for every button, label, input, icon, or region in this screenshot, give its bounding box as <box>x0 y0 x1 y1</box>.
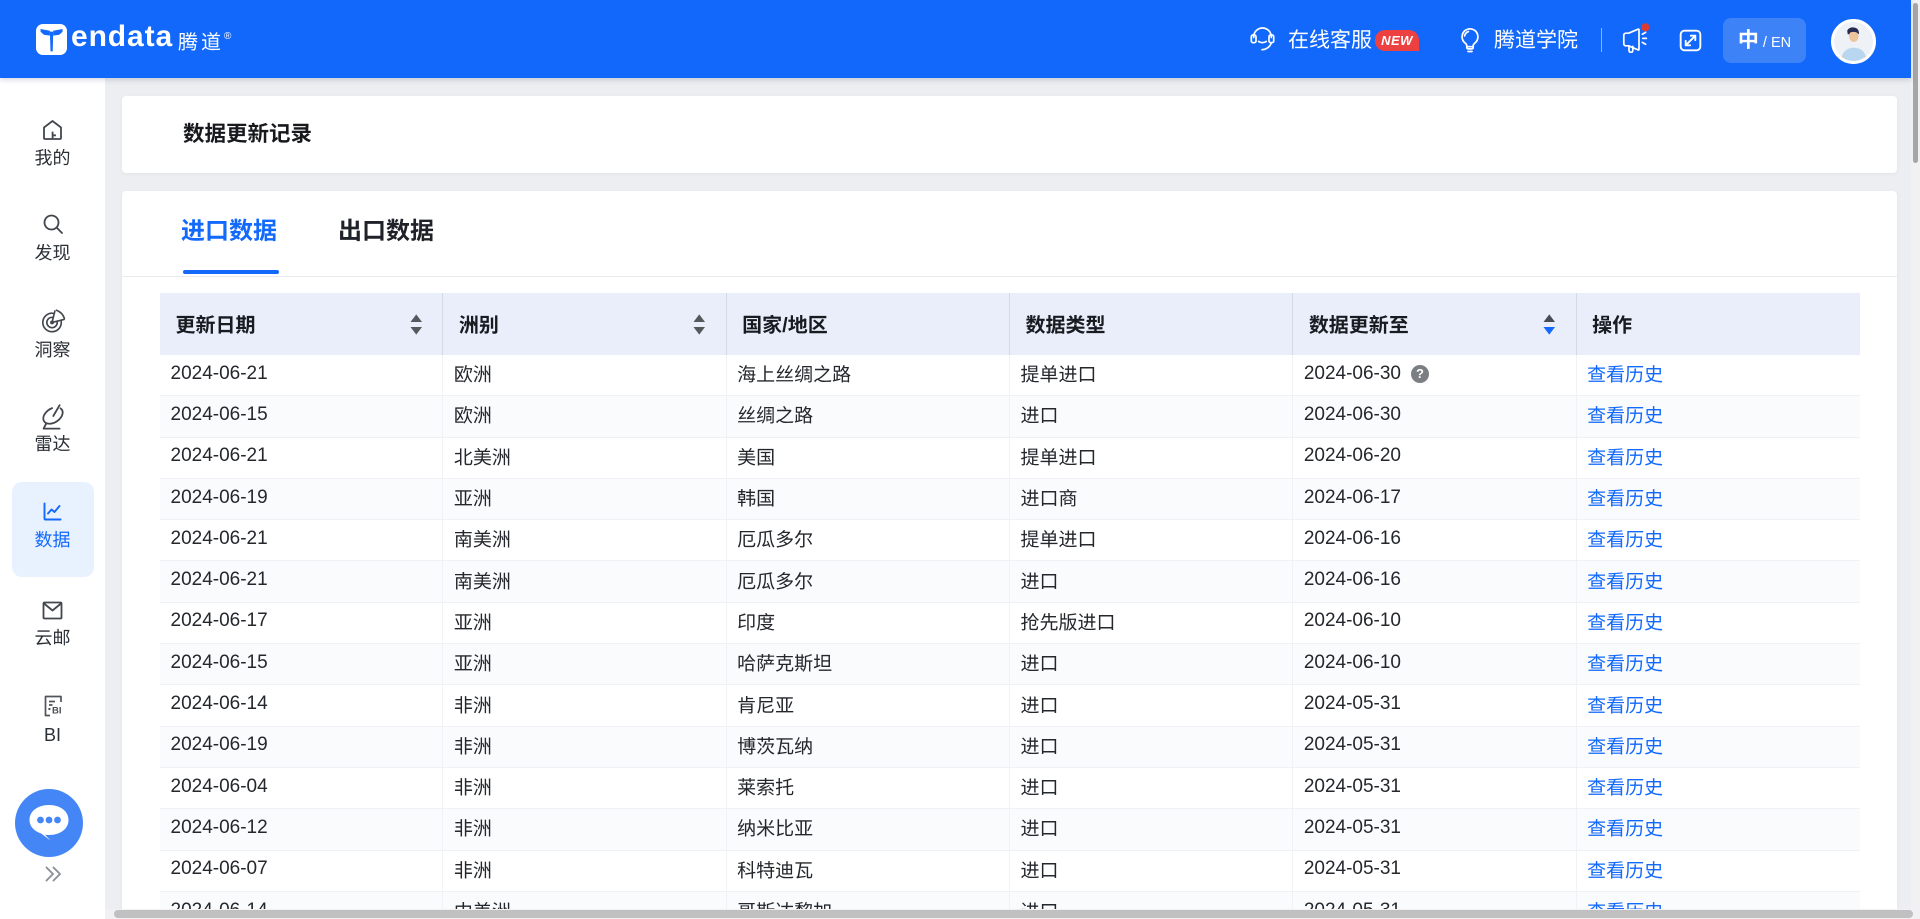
svg-text:BI: BI <box>52 706 62 717</box>
